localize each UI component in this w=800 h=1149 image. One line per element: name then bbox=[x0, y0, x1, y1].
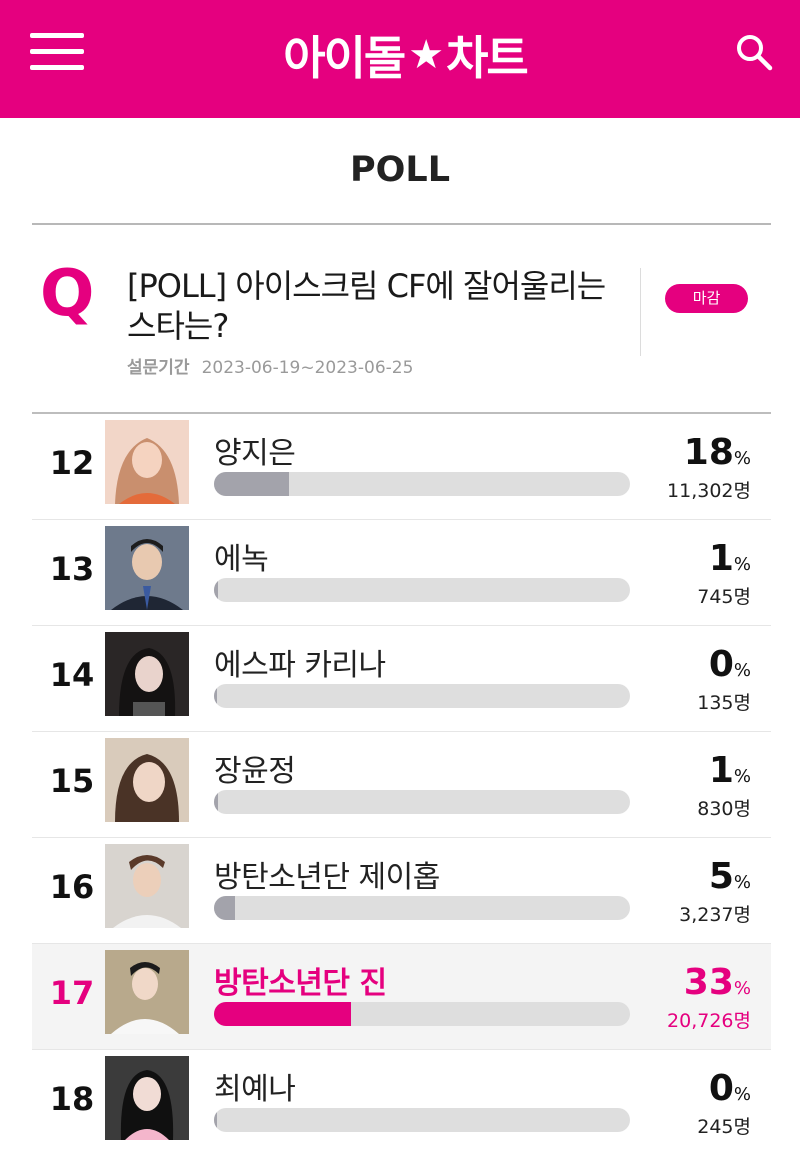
vote-progress-bar bbox=[214, 896, 630, 920]
question-mark-label: Q bbox=[40, 257, 95, 331]
candidate-name: 양지은 bbox=[214, 436, 296, 471]
status-badge: 마감 bbox=[665, 284, 748, 313]
vote-percent: 0% bbox=[709, 644, 751, 685]
rank-number: 13 bbox=[49, 550, 95, 588]
poll-question: [POLL] 아이스크림 CF에 잘어울리는 스타는? bbox=[127, 267, 606, 345]
candidate-photo bbox=[105, 632, 189, 716]
candidate-name: 장윤정 bbox=[214, 754, 296, 789]
vote-percent: 1% bbox=[709, 538, 751, 579]
percent-value: 0 bbox=[708, 644, 734, 685]
rank-number: 12 bbox=[49, 444, 95, 482]
logo-text-right: 차트 bbox=[446, 31, 529, 85]
percent-unit: % bbox=[733, 660, 751, 681]
rank-number: 15 bbox=[49, 762, 95, 800]
period-value: 2023-06-19~2023-06-25 bbox=[201, 358, 414, 378]
poll-item-row[interactable]: 18 최예나 0% 245명 bbox=[32, 1050, 771, 1149]
rank-number: 16 bbox=[49, 868, 95, 906]
vote-progress-bar bbox=[214, 790, 630, 814]
hamburger-menu-icon[interactable] bbox=[30, 33, 84, 73]
candidate-photo bbox=[105, 420, 189, 504]
percent-value: 1 bbox=[708, 750, 734, 791]
vote-progress-fill bbox=[214, 896, 235, 920]
percent-unit: % bbox=[733, 448, 751, 469]
vote-count: 245명 bbox=[697, 1116, 751, 1138]
logo-text-left: 아이돌 bbox=[283, 31, 406, 85]
vote-progress-fill bbox=[214, 684, 217, 708]
rank-number: 18 bbox=[49, 1080, 95, 1118]
percent-value: 0 bbox=[708, 1068, 734, 1109]
percent-unit: % bbox=[733, 766, 751, 787]
candidate-name: 방탄소년단 제이홉 bbox=[214, 860, 440, 895]
vote-percent: 1% bbox=[709, 750, 751, 791]
vote-progress-fill bbox=[214, 472, 289, 496]
vote-progress-bar bbox=[214, 1002, 630, 1026]
percent-value: 18 bbox=[683, 432, 734, 473]
period-label: 설문기간 bbox=[127, 358, 190, 378]
poll-item-row[interactable]: 13 에녹 1% 745명 bbox=[32, 520, 771, 626]
percent-unit: % bbox=[733, 554, 751, 575]
poll-results-list: 12 양지은 18% 11,302명 13 에녹 1% 745명 14 에스파 카리나 0% 135명… bbox=[32, 414, 771, 1149]
divider bbox=[32, 223, 771, 225]
vote-count: 11,302명 bbox=[667, 480, 751, 502]
candidate-name: 최예나 bbox=[214, 1072, 296, 1107]
percent-value: 5 bbox=[708, 856, 734, 897]
candidate-photo bbox=[105, 844, 189, 928]
vote-progress-fill bbox=[214, 790, 219, 814]
poll-item-row[interactable]: 12 양지은 18% 11,302명 bbox=[32, 414, 771, 520]
rank-number: 14 bbox=[49, 656, 95, 694]
candidate-name: 에스파 카리나 bbox=[214, 648, 386, 683]
candidate-photo bbox=[105, 526, 189, 610]
vote-count: 745명 bbox=[697, 586, 751, 608]
vote-progress-bar bbox=[214, 578, 630, 602]
vote-percent: 18% bbox=[684, 432, 751, 473]
vote-percent: 0% bbox=[709, 1068, 751, 1109]
candidate-photo bbox=[105, 738, 189, 822]
vote-progress-fill bbox=[214, 1108, 217, 1132]
vote-progress-fill bbox=[214, 1002, 352, 1026]
page-title: POLL bbox=[349, 150, 450, 190]
vote-count: 830명 bbox=[697, 798, 751, 820]
vote-progress-bar bbox=[214, 684, 630, 708]
poll-item-row[interactable]: 14 에스파 카리나 0% 135명 bbox=[32, 626, 771, 732]
vote-progress-bar bbox=[214, 472, 630, 496]
poll-item-row[interactable]: 16 방탄소년단 제이홉 5% 3,237명 bbox=[32, 838, 771, 944]
percent-unit: % bbox=[733, 978, 751, 999]
candidate-photo bbox=[105, 1056, 189, 1140]
poll-item-row[interactable]: 15 장윤정 1% 830명 bbox=[32, 732, 771, 838]
percent-unit: % bbox=[733, 1084, 751, 1105]
vote-count: 135명 bbox=[697, 692, 751, 714]
vote-progress-bar bbox=[214, 1108, 630, 1132]
vote-percent: 5% bbox=[709, 856, 751, 897]
poll-period: 설문기간 2023-06-19~2023-06-25 bbox=[127, 353, 413, 378]
candidate-name: 에녹 bbox=[214, 542, 269, 577]
vote-count: 3,237명 bbox=[679, 904, 751, 926]
percent-unit: % bbox=[733, 872, 751, 893]
site-logo[interactable]: 아이돌 ★ 차트 bbox=[270, 22, 540, 88]
star-icon: ★ bbox=[408, 32, 444, 78]
top-header: 아이돌 ★ 차트 bbox=[0, 0, 800, 118]
rank-number: 17 bbox=[49, 974, 95, 1012]
search-icon[interactable] bbox=[734, 32, 774, 72]
percent-value: 1 bbox=[708, 538, 734, 579]
vote-percent: 33% bbox=[684, 962, 751, 1003]
vote-progress-fill bbox=[214, 578, 219, 602]
vote-count: 20,726명 bbox=[667, 1010, 751, 1032]
candidate-name: 방탄소년단 진 bbox=[214, 966, 387, 1001]
vertical-divider bbox=[640, 268, 641, 356]
candidate-photo bbox=[105, 950, 189, 1034]
poll-item-row[interactable]: 17 방탄소년단 진 33% 20,726명 bbox=[32, 944, 771, 1050]
percent-value: 33 bbox=[683, 962, 734, 1003]
